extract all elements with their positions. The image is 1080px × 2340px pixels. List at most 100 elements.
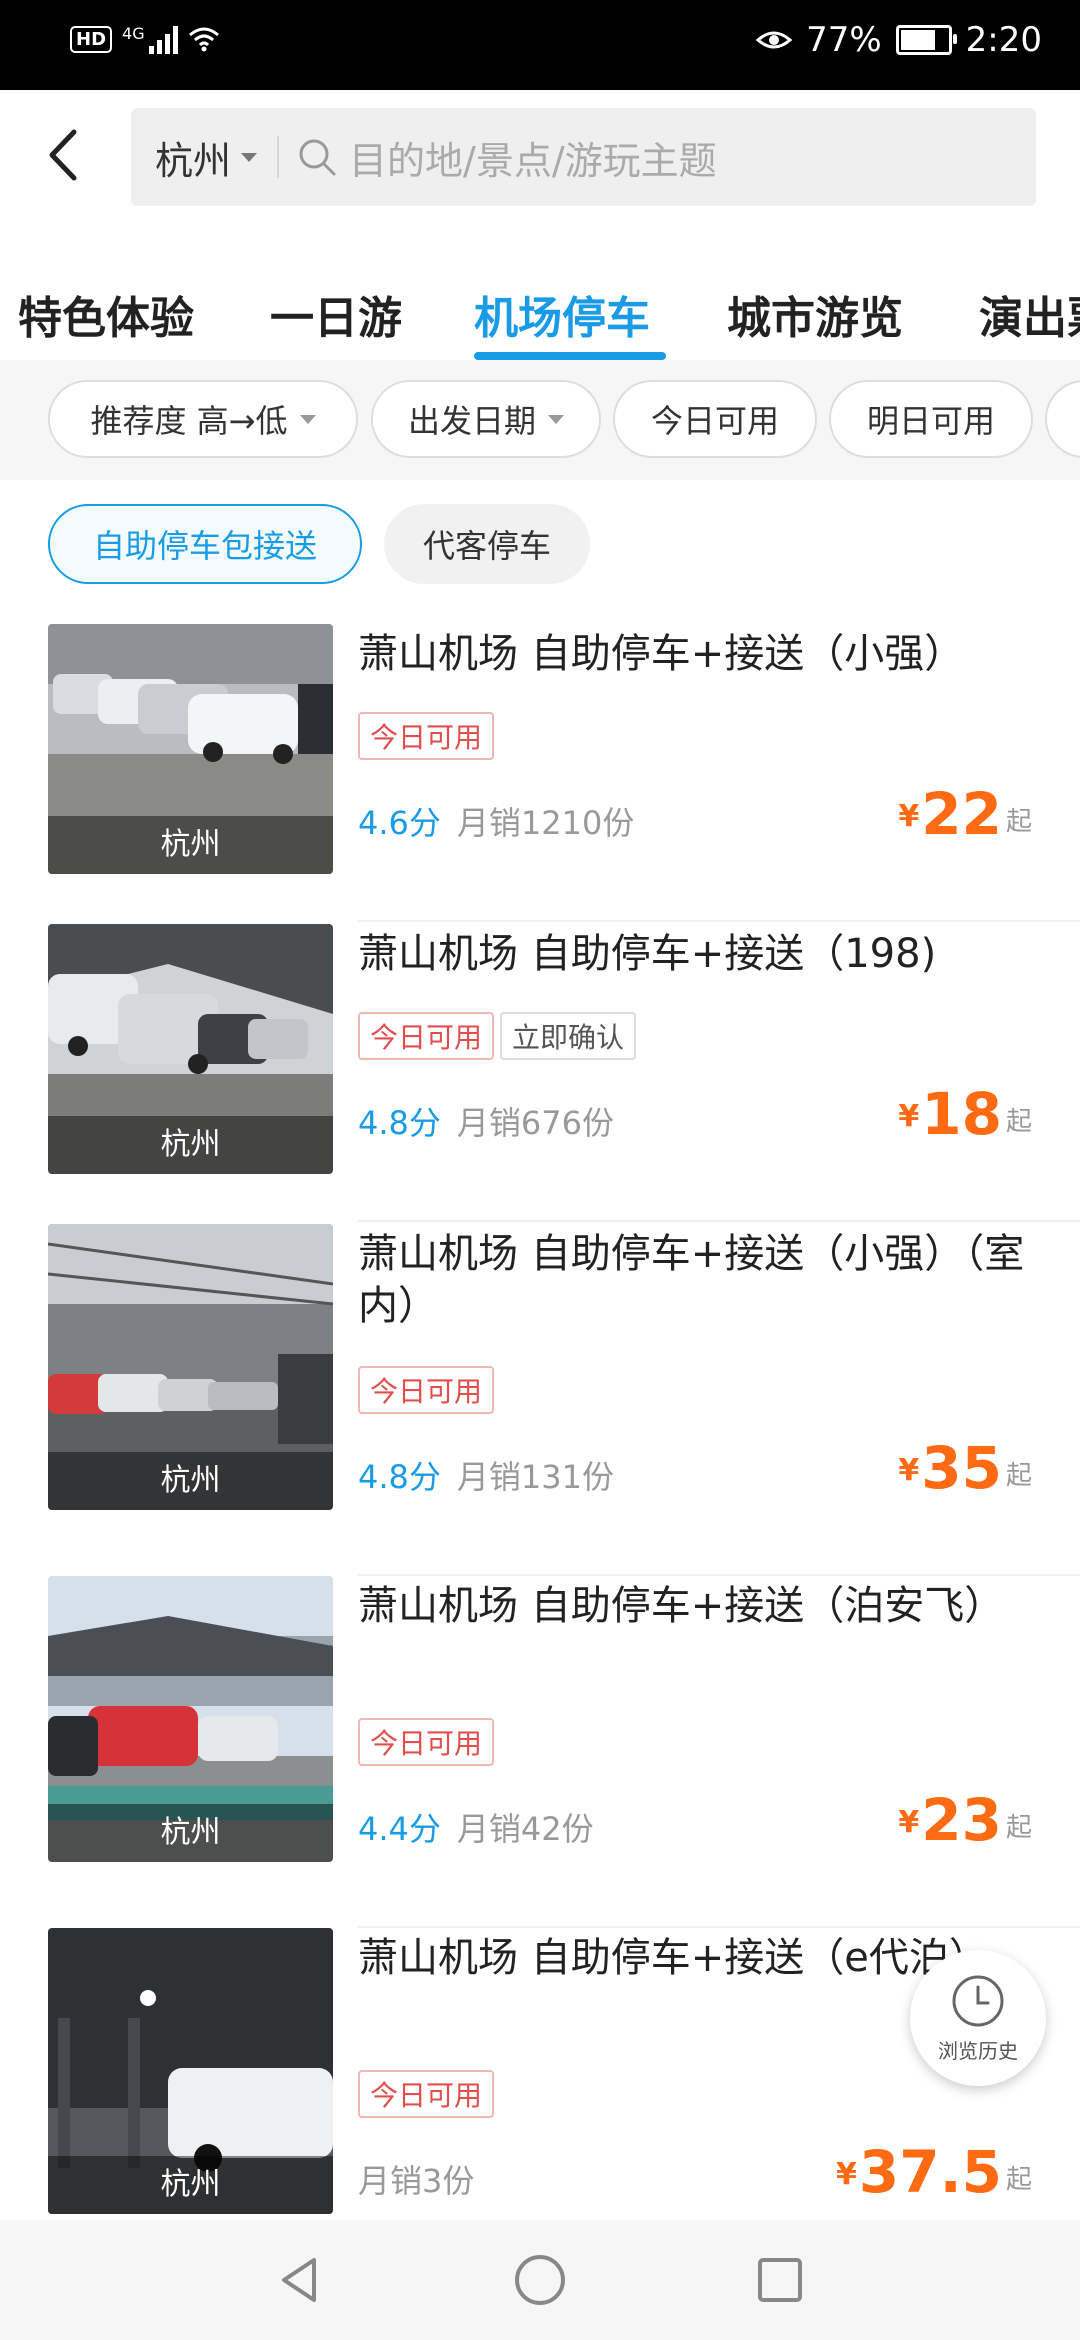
tab-features[interactable]: 特色体验 <box>18 282 194 346</box>
tag-list: 今日可用 立即确认 <box>358 1012 637 1060</box>
list-item[interactable]: 杭州 萧山机场 自助停车+接送（小强） 今日可用 4.6分 月销1210份 ¥22… <box>0 624 1080 924</box>
list-item[interactable]: 杭州 萧山机场 自助停车+接送（小强）（室内） 今日可用 4.8分 月销131份 … <box>0 1224 1080 1576</box>
signal-icon <box>148 24 178 54</box>
listing-thumbnail: 杭州 <box>48 1576 333 1862</box>
price: ¥23 起 <box>898 1790 1032 1850</box>
nav-recents-icon[interactable] <box>750 2250 810 2310</box>
tag-available-today: 今日可用 <box>358 1718 495 1766</box>
status-bar: HD 4G 77% 2:20 <box>0 0 1080 90</box>
currency-symbol: ¥ <box>836 2157 857 2192</box>
back-arrow-icon[interactable] <box>40 120 90 190</box>
city-selector[interactable]: 杭州 <box>155 130 258 185</box>
valet-parking-filter[interactable]: 代客停车 <box>384 504 590 584</box>
category-tabs: 特色体验 一日游 机场停车 城市游览 演出票 <box>0 270 1080 360</box>
rating: 4.4分 <box>358 1810 441 1848</box>
tag-instant-confirm: 立即确认 <box>500 1012 637 1060</box>
city-label: 杭州 <box>48 1116 333 1174</box>
list-item[interactable]: 杭州 萧山机场 自助停车+接送（e代泊） 今日可用 月销3份 ¥37.5 起 <box>0 1928 1080 2220</box>
self-parking-filter[interactable]: 自助停车包接送 <box>48 504 362 584</box>
price: ¥35 起 <box>898 1438 1032 1498</box>
date-filter[interactable]: 出发日期 <box>371 380 601 458</box>
price-suffix: 起 <box>1005 1813 1032 1843</box>
battery-percent: 77% <box>806 20 882 60</box>
monthly-sales: 月销42份 <box>456 1810 594 1848</box>
rating: 4.6分 <box>358 804 441 842</box>
tab-shows[interactable]: 演出票 <box>979 282 1080 346</box>
price-value: 37.5 <box>858 2138 1002 2206</box>
city-label: 杭州 <box>48 816 333 874</box>
nav-home-icon[interactable] <box>510 2250 570 2310</box>
eye-comfort-icon <box>756 31 793 49</box>
tomorrow-filter-label: 明日可用 <box>866 402 995 440</box>
tab-day-tour[interactable]: 一日游 <box>270 282 402 346</box>
monthly-sales: 月销1210份 <box>456 804 635 842</box>
monthly-sales: 月销676份 <box>456 1104 614 1142</box>
price-suffix: 起 <box>1005 2165 1032 2195</box>
search-icon <box>299 139 336 176</box>
clock: 2:20 <box>965 20 1042 60</box>
tag-available-today: 今日可用 <box>358 2070 495 2118</box>
listing-title: 萧山机场 自助停车+接送（泊安飞） <box>358 1583 1005 1629</box>
listing-meta: 4.4分 月销42份 <box>358 1804 594 1850</box>
price-value: 22 <box>921 780 1002 848</box>
listing-thumbnail: 杭州 <box>48 1224 333 1510</box>
tag-available-today: 今日可用 <box>358 712 495 760</box>
listing-title: 萧山机场 自助停车+接送（小强） <box>358 631 965 677</box>
listing-thumbnail: 杭州 <box>48 624 333 874</box>
listing-meta: 月销3份 <box>358 2156 474 2202</box>
chevron-down-icon <box>548 414 564 424</box>
list-item[interactable]: 杭州 萧山机场 自助停车+接送（泊安飞） 今日可用 4.4分 月销42份 ¥23 起 <box>0 1576 1080 1928</box>
price-value: 18 <box>921 1080 1002 1148</box>
listing-meta: 4.6分 月销1210份 <box>358 798 634 844</box>
nav-back-icon[interactable] <box>270 2250 330 2310</box>
tag-list: 今日可用 <box>358 712 495 760</box>
listing-thumbnail: 杭州 <box>48 1928 333 2214</box>
date-filter-label: 出发日期 <box>407 402 536 440</box>
search-bar[interactable]: 杭州 目的地/景点/游玩主题 <box>131 108 1036 206</box>
battery-icon <box>895 25 957 55</box>
listing-content: 自助停车包接送 代客停车 杭州 萧山机场 自助停车+接送（小强） 今日可用 4.… <box>0 480 1080 2220</box>
hd-icon: HD <box>70 25 113 53</box>
price: ¥18 起 <box>898 1084 1032 1144</box>
chevron-down-icon <box>299 414 316 424</box>
search-input[interactable]: 目的地/景点/游玩主题 <box>349 130 717 185</box>
divider <box>358 1220 1080 1222</box>
city-label: 杭州 <box>48 2156 333 2214</box>
tab-airport-parking[interactable]: 机场停车 <box>474 282 650 346</box>
listing-title: 萧山机场 自助停车+接送（小强）（室内） <box>358 1231 1025 1329</box>
tag-available-today: 今日可用 <box>358 1366 495 1414</box>
city-label: 杭州 <box>48 1452 333 1510</box>
tag-list: 今日可用 <box>358 2070 495 2118</box>
today-filter-label: 今日可用 <box>650 402 779 440</box>
currency-symbol: ¥ <box>898 1099 920 1134</box>
city-label: 杭州 <box>48 1804 333 1862</box>
listing-thumbnail: 杭州 <box>48 924 333 1174</box>
price-suffix: 起 <box>1005 1107 1032 1137</box>
rating: 4.8分 <box>358 1104 441 1142</box>
price-value: 35 <box>921 1434 1002 1502</box>
more-filter[interactable] <box>1045 380 1080 458</box>
rating: 4.8分 <box>358 1458 441 1496</box>
today-filter[interactable]: 今日可用 <box>613 380 817 458</box>
history-label: 浏览历史 <box>938 2038 1018 2063</box>
list-item[interactable]: 杭州 萧山机场 自助停车+接送（198) 今日可用 立即确认 4.8分 月销676份… <box>0 924 1080 1224</box>
tag-list: 今日可用 <box>358 1366 495 1414</box>
browse-history-button[interactable]: 浏览历史 <box>910 1950 1046 2086</box>
wifi-icon <box>188 27 219 52</box>
price: ¥22 起 <box>898 784 1032 844</box>
sort-filter-label: 推荐度 高→低 <box>90 402 288 440</box>
listing-title: 萧山机场 自助停车+接送（198) <box>358 931 937 977</box>
sort-filter[interactable]: 推荐度 高→低 <box>48 380 358 458</box>
tab-city-tour[interactable]: 城市游览 <box>727 282 903 346</box>
divider <box>277 136 280 178</box>
tag-available-today: 今日可用 <box>358 1012 495 1060</box>
clock-icon <box>952 1975 1004 2026</box>
monthly-sales: 月销131份 <box>456 1458 614 1496</box>
price-suffix: 起 <box>1005 807 1032 837</box>
system-nav-bar <box>0 2220 1080 2340</box>
currency-symbol: ¥ <box>898 1805 920 1840</box>
currency-symbol: ¥ <box>898 1453 920 1488</box>
network-type: 4G <box>122 24 145 43</box>
tomorrow-filter[interactable]: 明日可用 <box>829 380 1033 458</box>
listing-meta: 4.8分 月销676份 <box>358 1098 614 1144</box>
